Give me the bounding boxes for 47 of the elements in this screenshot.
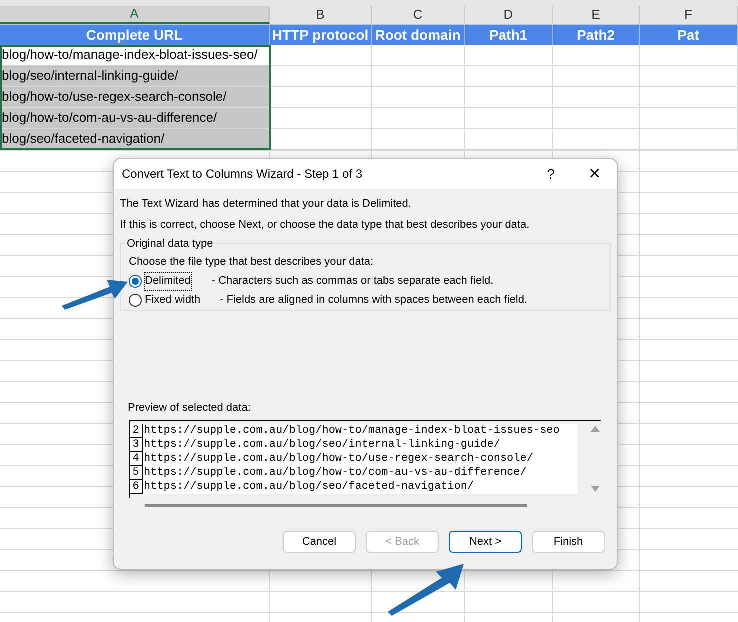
radio-button[interactable]	[129, 275, 142, 288]
section-label: Preview of selected data:	[128, 401, 252, 416]
row-number: 5	[130, 466, 143, 480]
preview-line: https://supple.com.au/blog/how-to/manage-index-bloat-issues-seo	[143, 424, 560, 438]
header-cell-text: HTTP protocol	[272, 26, 369, 45]
intro-text: The Text Wizard has determined that your data is Delimited.	[120, 197, 412, 212]
scroll-up-icon[interactable]	[591, 426, 600, 432]
table-cell-text: blog/seo/internal-linking-guide/	[2, 67, 178, 86]
header-cell-text: Path2	[576, 26, 616, 44]
header-cell-text: Complete URL	[86, 26, 183, 45]
row-number: 4	[130, 452, 143, 466]
close-button[interactable]: ×	[573, 159, 617, 189]
table-cell-text: blog/seo/faceted-navigation/	[2, 130, 165, 148]
preview-line: https://supple.com.au/blog/how-to/use-regex-search-console/	[143, 452, 534, 466]
option-label[interactable]: Delimited	[145, 273, 191, 290]
preview-line: https://supple.com.au/blog/seo/internal-linking-guide/	[143, 438, 500, 452]
option-description: - Characters such as commas or tabs separate each field.	[212, 274, 494, 290]
column-letter[interactable]: A	[130, 4, 139, 24]
column-letter[interactable]: D	[504, 5, 514, 25]
option-label[interactable]: Fixed width	[145, 292, 220, 309]
table-cell-text: blog/how-to/com-au-vs-au-difference/	[2, 109, 218, 128]
row-number: 2	[130, 424, 143, 438]
intro-text: If this is correct, choose Next, or choose the data type that best describes your data.	[120, 218, 531, 233]
radio-button[interactable]	[129, 294, 142, 307]
table-cell-text: blog/how-to/manage-index-bloat-issues-seo/	[2, 46, 258, 64]
window-title: Convert Text to Columns Wizard - Step 1 of 3	[122, 166, 364, 183]
help-button[interactable]: ?	[529, 159, 573, 189]
table-cell-text: blog/how-to/use-regex-search-console/	[2, 88, 227, 106]
scrollbar-thumb[interactable]	[145, 504, 527, 507]
row-number: 3	[130, 438, 143, 452]
dialog-button[interactable]: Finish	[532, 531, 605, 553]
header-cell-text: Root domain	[375, 26, 461, 44]
row-number: 6	[130, 480, 143, 494]
column-letter[interactable]: F	[684, 5, 692, 25]
preview-line: https://supple.com.au/blog/seo/faceted-navigation/	[143, 480, 474, 494]
column-letter[interactable]: B	[316, 5, 325, 25]
column-letter[interactable]: C	[413, 5, 423, 25]
dialog-button[interactable]: Next >	[449, 531, 522, 553]
option-description: - Fields are aligned in columns with spaces between each field.	[220, 293, 528, 308]
prompt-text: Choose the file type that best describes your data:	[129, 255, 375, 270]
preview-line: https://supple.com.au/blog/how-to/com-au-vs-au-difference/	[143, 466, 527, 480]
header-cell-text: Pat	[678, 26, 700, 44]
column-letter[interactable]: E	[592, 5, 600, 25]
group-label: Original data type	[125, 236, 216, 252]
scroll-down-icon[interactable]	[591, 486, 600, 492]
header-cell-text: Path1	[489, 26, 528, 44]
dialog-button[interactable]: Cancel	[283, 531, 356, 553]
